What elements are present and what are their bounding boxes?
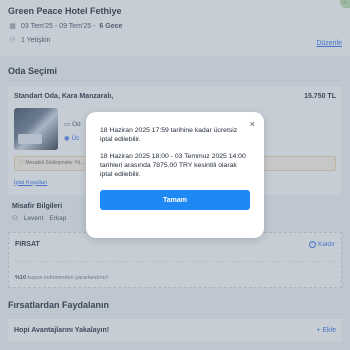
page: ✓ Green Peace Hotel Fethiye ▦ 03 Tem'25 … <box>0 0 350 350</box>
cancellation-policy-modal: × 18 Haziran 2025 17:59 tarihine kadar ü… <box>86 112 264 238</box>
ok-button[interactable]: Tamam <box>100 190 250 210</box>
modal-text-partial-cancel: 18 Haziran 2025 18:00 - 03 Temmuz 2025 1… <box>100 153 246 178</box>
close-icon[interactable]: × <box>250 119 255 129</box>
modal-text-free-cancel: 18 Haziran 2025 17:59 tarihine kadar ücr… <box>100 127 238 143</box>
